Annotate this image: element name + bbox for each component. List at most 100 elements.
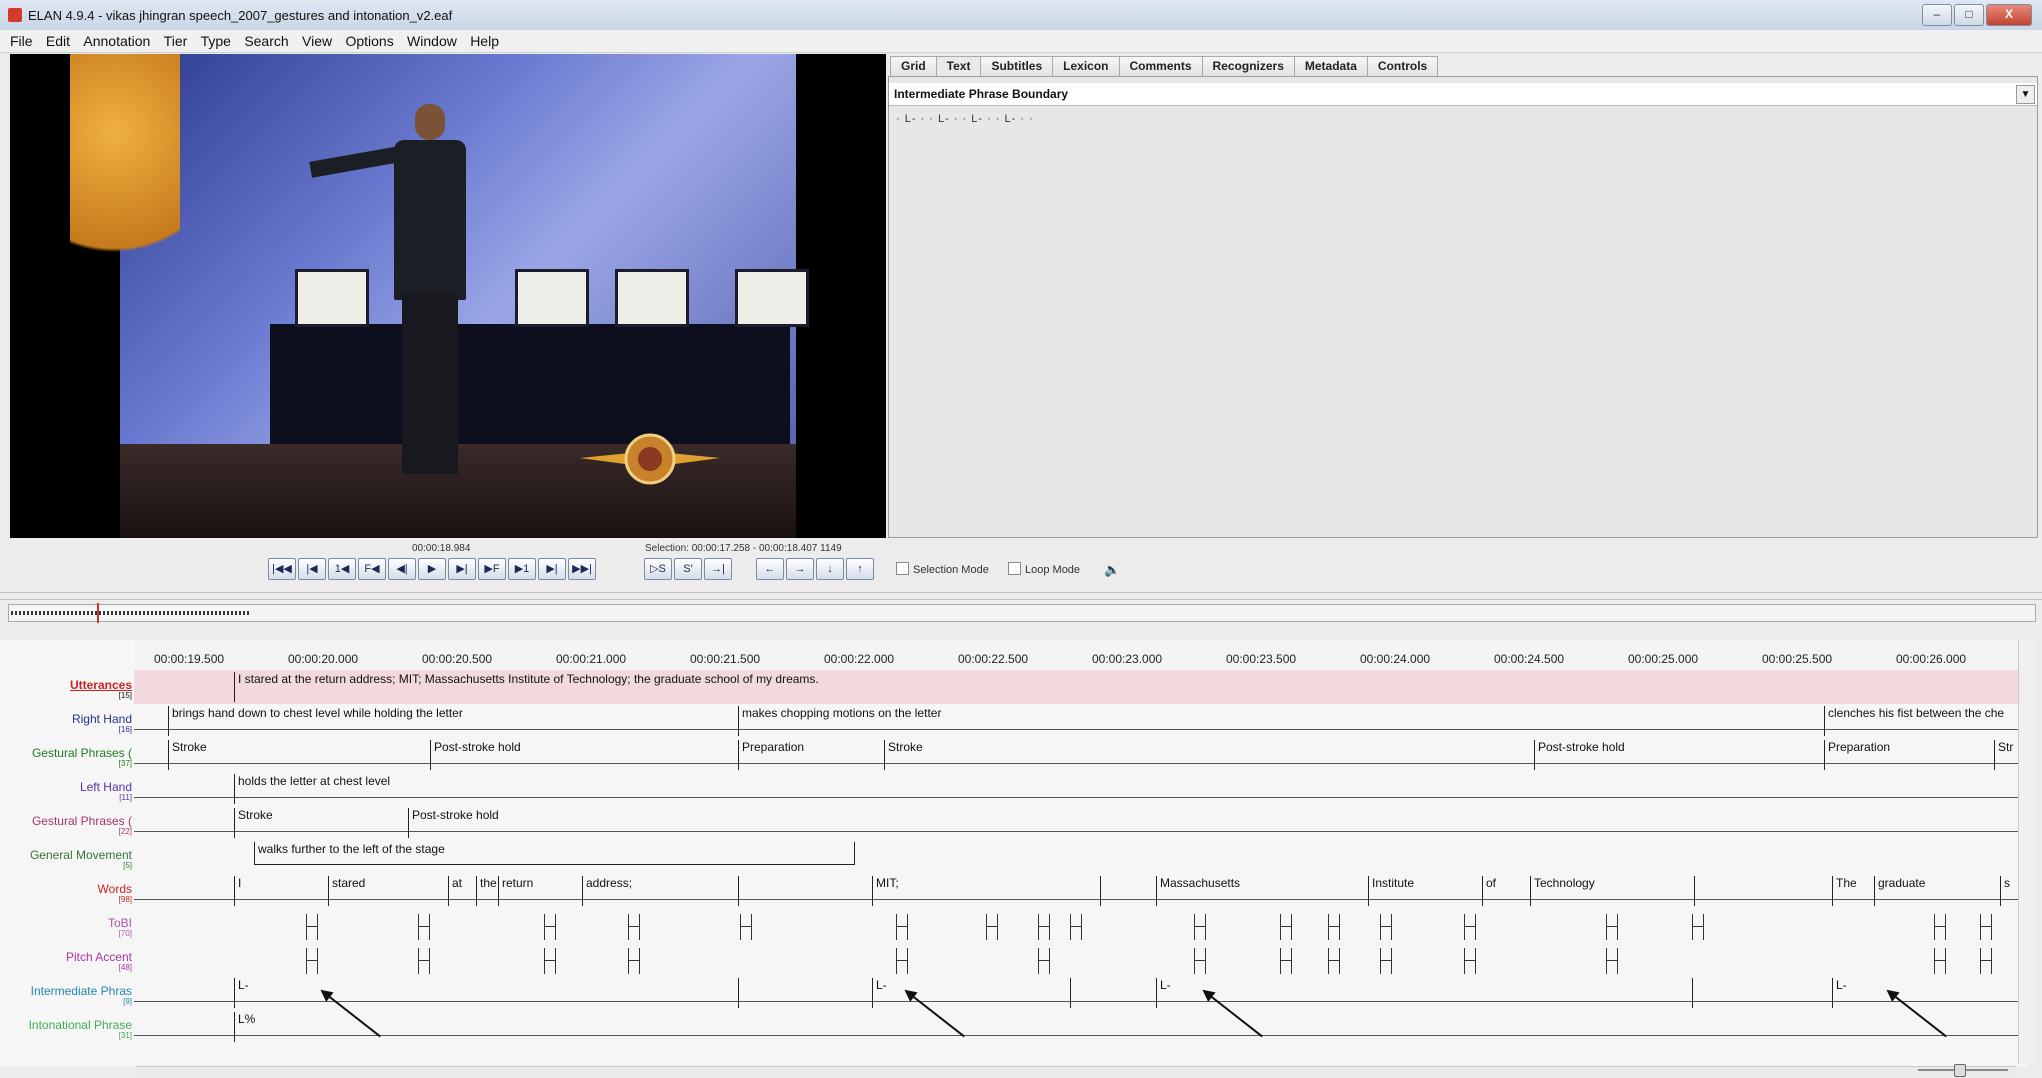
tab-text[interactable]: Text	[935, 56, 982, 76]
volume-icon[interactable]: 🔈	[1104, 562, 1120, 578]
play-selection-button[interactable]: ▷S	[644, 558, 672, 580]
menu-file[interactable]: File	[10, 30, 33, 52]
annotation[interactable]: return	[498, 876, 533, 906]
pitch-accent-mark[interactable]	[418, 948, 430, 974]
pitch-accent-mark[interactable]	[1038, 948, 1050, 974]
menu-options[interactable]: Options	[345, 30, 393, 52]
annotation[interactable]: Post-stroke hold	[408, 808, 499, 838]
menu-annotation[interactable]: Annotation	[83, 30, 150, 52]
maximize-button[interactable]: □	[1954, 4, 1984, 26]
tier-row-pitch-accent[interactable]	[134, 942, 2018, 976]
vertical-scrollbar[interactable]	[2018, 640, 2035, 1064]
tobi-mark[interactable]	[544, 914, 556, 940]
tab-lexicon[interactable]: Lexicon	[1052, 56, 1120, 76]
tobi-mark[interactable]	[1380, 914, 1392, 940]
tobi-mark[interactable]	[1464, 914, 1476, 940]
next-pixel-button[interactable]: ▶|	[448, 558, 476, 580]
tobi-mark[interactable]	[1980, 914, 1992, 940]
pitch-accent-mark[interactable]	[1980, 948, 1992, 974]
tobi-mark[interactable]	[1692, 914, 1704, 940]
tobi-mark[interactable]	[896, 914, 908, 940]
previous-frame-button[interactable]: F◀	[358, 558, 386, 580]
tobi-mark[interactable]	[1038, 914, 1050, 940]
tier-label-words[interactable]: Words [98]	[0, 882, 132, 904]
panel-splitter[interactable]	[0, 592, 2042, 600]
pitch-accent-mark[interactable]	[1280, 948, 1292, 974]
tier-row-intermediate-phrase[interactable]: L- L- L- L-	[134, 976, 2018, 1010]
tier-label-tobi[interactable]: ToBI [70]	[0, 916, 132, 938]
menu-tier[interactable]: Tier	[164, 30, 188, 52]
go-to-end-button[interactable]: ▶▶|	[568, 558, 596, 580]
down-arrow-button[interactable]: ↓	[816, 558, 844, 580]
tab-grid[interactable]: Grid	[890, 56, 937, 76]
annotation[interactable]: of	[1482, 876, 1496, 906]
annotation[interactable]: I stared at the return address; MIT; Mas…	[234, 672, 819, 702]
tobi-mark[interactable]	[306, 914, 318, 940]
annotation[interactable]: Stroke	[234, 808, 273, 838]
tier-label-general-movement[interactable]: General Movement [5]	[0, 848, 132, 870]
tobi-mark[interactable]	[1934, 914, 1946, 940]
tier-row-words[interactable]: I stared at the return address; MIT; Mas…	[134, 874, 2018, 908]
tobi-mark[interactable]	[740, 914, 752, 940]
tier-row-right-hand[interactable]: brings hand down to chest level while ho…	[134, 704, 2018, 738]
annotation[interactable]: Post-stroke hold	[430, 740, 521, 770]
tier-label-gestural-phrases-rh[interactable]: Gestural Phrases ([37]	[0, 746, 132, 768]
tier-row-intonational-phrase[interactable]: L%	[134, 1010, 2018, 1044]
tab-recognizers[interactable]: Recognizers	[1201, 56, 1295, 76]
tier-row-general-movement[interactable]: walks further to the left of the stage	[134, 840, 2018, 874]
annotation[interactable]: at	[448, 876, 462, 906]
annotation[interactable]: The	[1832, 876, 1857, 906]
tier-label-intermediate-phrase[interactable]: Intermediate Phras [9]	[0, 984, 132, 1006]
pitch-accent-mark[interactable]	[1934, 948, 1946, 974]
right-arrow-button[interactable]: →	[786, 558, 814, 580]
annotation[interactable]: Str	[1994, 740, 2013, 770]
annotation[interactable]: Post-stroke hold	[1534, 740, 1625, 770]
annotation[interactable]: L-	[1156, 978, 1171, 1008]
previous-second-button[interactable]: 1◀	[328, 558, 356, 580]
annotation-boundary[interactable]	[1100, 876, 1104, 906]
tobi-mark[interactable]	[986, 914, 998, 940]
annotation-boundary[interactable]	[1694, 876, 1698, 906]
tobi-mark[interactable]	[1606, 914, 1618, 940]
annotation[interactable]: L-	[234, 978, 249, 1008]
annotation-boundary[interactable]	[738, 876, 742, 906]
previous-pixel-button[interactable]: ◀|	[388, 558, 416, 580]
annotation-boundary[interactable]	[1070, 978, 1074, 1008]
previous-scrollview-button[interactable]: |◀	[298, 558, 326, 580]
annotation[interactable]: graduate	[1874, 876, 1925, 906]
close-button[interactable]: X	[1986, 4, 2032, 26]
tobi-mark[interactable]	[418, 914, 430, 940]
annotation-boundary[interactable]	[738, 978, 742, 1008]
annotation-boundary[interactable]	[1692, 978, 1696, 1008]
pitch-accent-mark[interactable]	[544, 948, 556, 974]
next-scrollview-button[interactable]: ▶|	[538, 558, 566, 580]
annotation[interactable]: Preparation	[1824, 740, 1890, 770]
annotation[interactable]: brings hand down to chest level while ho…	[168, 706, 463, 736]
loop-mode-checkbox[interactable]: Loop Mode	[1008, 562, 1080, 576]
annotation[interactable]: I	[234, 876, 241, 906]
menu-help[interactable]: Help	[470, 30, 499, 52]
pitch-accent-mark[interactable]	[306, 948, 318, 974]
tobi-mark[interactable]	[628, 914, 640, 940]
tier-row-tobi[interactable]	[134, 908, 2018, 942]
pitch-accent-mark[interactable]	[1464, 948, 1476, 974]
video-viewer[interactable]	[10, 54, 886, 538]
tab-controls[interactable]: Controls	[1366, 56, 1439, 76]
annotation[interactable]: Preparation	[738, 740, 804, 770]
horizontal-scrollbar[interactable]	[136, 1066, 2016, 1078]
tier-row-gestural-phrases-rh[interactable]: Stroke Post-stroke hold Preparation Stro…	[134, 738, 2018, 772]
annotation[interactable]: Stroke	[884, 740, 923, 770]
pitch-accent-mark[interactable]	[896, 948, 908, 974]
annotation[interactable]: L-	[872, 978, 887, 1008]
waveform-overview[interactable]	[8, 603, 2036, 623]
tier-label-left-hand[interactable]: Left Hand [11]	[0, 780, 132, 802]
annotation[interactable]: Massachusetts	[1156, 876, 1240, 906]
selection-boundary-button[interactable]: →|	[704, 558, 732, 580]
pitch-accent-mark[interactable]	[1328, 948, 1340, 974]
tier-row-gestural-phrases-lh[interactable]: Stroke Post-stroke hold	[134, 806, 2018, 840]
left-arrow-button[interactable]: ←	[756, 558, 784, 580]
tier-label-right-hand[interactable]: Right Hand [16]	[0, 712, 132, 734]
pitch-accent-mark[interactable]	[628, 948, 640, 974]
annotation[interactable]: Technology	[1530, 876, 1595, 906]
annotation[interactable]: L%	[234, 1012, 255, 1042]
